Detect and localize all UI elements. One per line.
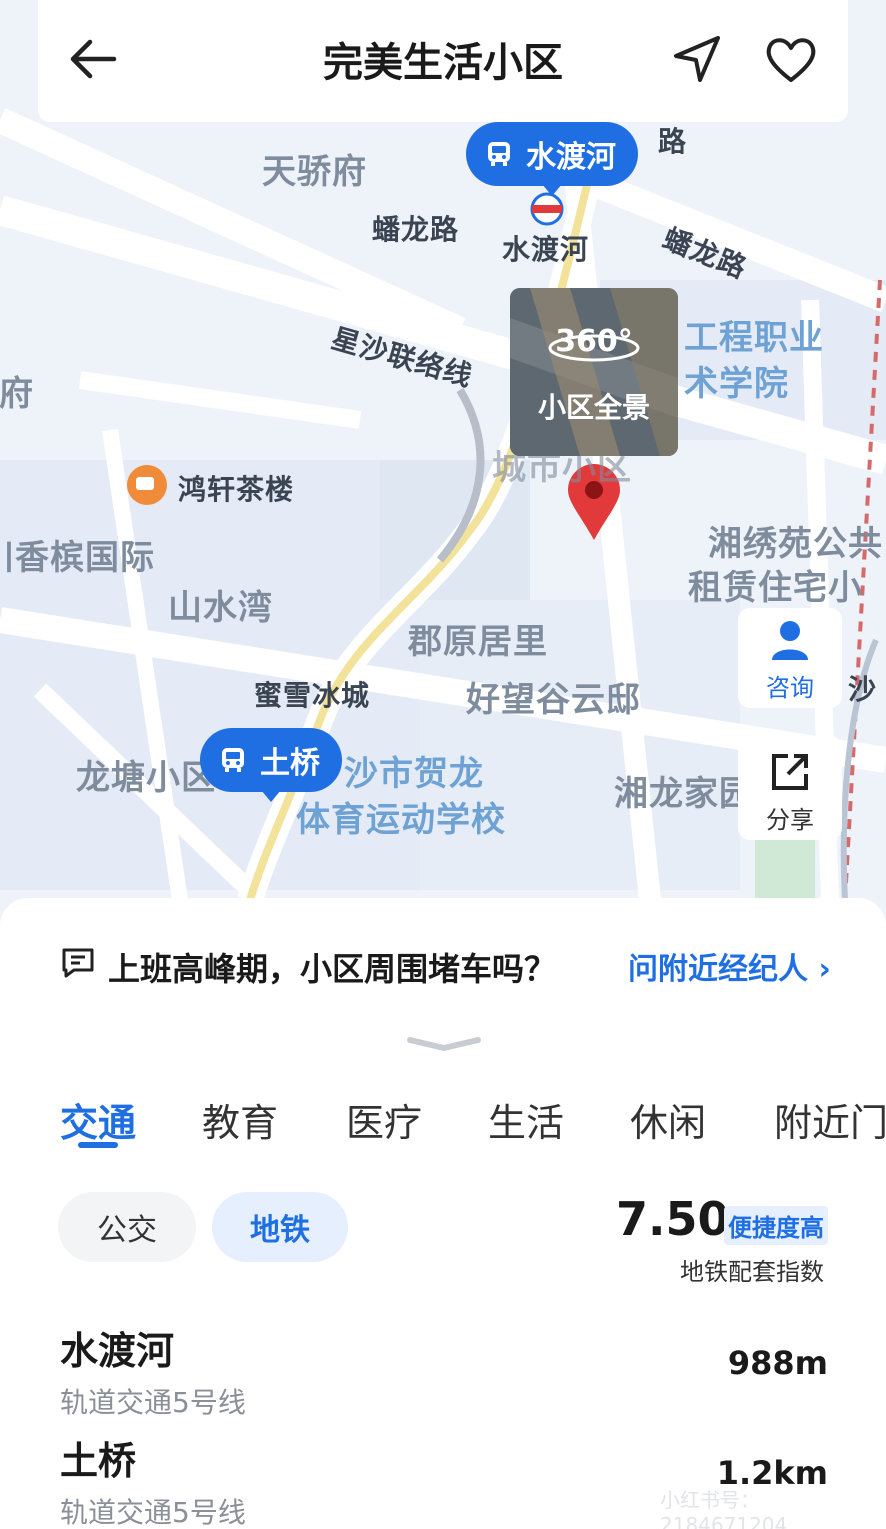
pin-label: 土桥 [260,746,320,781]
teahouse-icon [127,465,167,505]
map-label: 蟠龙路 [372,213,460,246]
map-label: 工程职业 [684,318,824,358]
person-icon [772,621,808,660]
map-label: 湘龙家园 [614,774,754,814]
tab-traffic[interactable]: 交通 [60,1092,136,1147]
tab-medical[interactable]: 医疗 [346,1092,422,1147]
map-label: 路 [658,125,688,158]
map-label: 川香槟国际 [0,538,155,578]
panorama-card[interactable]: 360° 小区全景 [510,288,678,456]
navigate-icon[interactable] [666,28,728,90]
station-line: 轨道交通5号线 [60,1386,246,1419]
watermark: 小红书号：2184671204 [660,1488,788,1529]
score-label: 地铁配套指数 [680,1258,824,1286]
traffic-question-bar[interactable]: 上班高峰期，小区周围堵车吗？ 问附近经纪人 › [0,898,886,1022]
chat-icon [62,948,94,978]
ask-agent-link[interactable]: 问附近经纪人 › [628,944,831,988]
share-label: 分享 [766,806,814,834]
map-label: 沙 [848,673,878,706]
map-view[interactable]: 天骄府 蟠龙路 蟠龙路 路 水渡河 星沙联络线 悦府 工程职业 术学院 城市小区… [0,0,886,1030]
score-badge: 便捷度高 [724,1206,828,1245]
map-label: 湘绣苑公共 [708,524,883,564]
station-line: 轨道交通5号线 [60,1496,246,1529]
question-text: 上班高峰期，小区周围堵车吗？ [108,950,557,988]
map-label: 体育运动学校 [296,800,506,840]
list-item[interactable]: 水渡河 轨道交通5号线 [60,1320,246,1421]
map-label: 术学院 [684,364,789,404]
station-pin-shuiduhe[interactable]: 水渡河 [466,122,638,196]
tab-indicator [78,1142,118,1148]
header-bar: 完美生活小区 [38,0,848,122]
list-item[interactable]: 土桥 轨道交通5号线 [60,1430,246,1529]
tab-nearby[interactable]: 附近门 [774,1092,886,1147]
tab-education[interactable]: 教育 [202,1092,278,1147]
pin-label: 水渡河 [526,140,616,175]
station-distance: 988m [727,1344,828,1382]
panorama-label: 小区全景 [537,391,650,424]
map-label: 悦府 [0,374,34,414]
map-label: 郡原居里 [408,622,548,662]
tab-life[interactable]: 生活 [488,1092,564,1147]
share-icon [772,754,808,790]
chip-bus[interactable]: 公交 [58,1192,196,1262]
map-label: 龙塘小区 [76,758,216,798]
map-label: 水渡河 [502,233,590,266]
panorama-thumbnail [510,288,678,456]
map-label: 蜜雪冰城 [254,679,371,712]
consult-label: 咨询 [766,674,814,702]
share-button[interactable]: 分享 [738,736,842,840]
bus-icon [488,142,510,166]
map-label: 山水湾 [168,588,273,628]
station-name: 水渡河 [60,1329,175,1373]
map-label: 好望谷云邸 [466,680,641,720]
station-pin-tuqiao[interactable]: 土桥 [200,728,342,802]
panorama-360-label: 360° [555,324,633,359]
metro-score: 7.50 [616,1192,730,1246]
consult-button[interactable]: 咨询 [738,608,842,708]
tab-leisure[interactable]: 休闲 [630,1092,706,1147]
map-label: 租赁住宅小 [688,568,863,608]
map-label: 沙市贺龙 [344,754,484,794]
map-roads [0,108,886,907]
map-label: 鸿轩茶楼 [178,473,295,506]
info-panel: 交通 教育 医疗 生活 休闲 附近门 公交 地铁 7.50 便捷度高 地铁配套指… [0,1022,886,1529]
drag-handle[interactable] [406,1036,482,1052]
map-label: 天骄府 [262,152,367,192]
heart-icon[interactable] [760,28,822,90]
bus-icon [222,748,244,772]
chip-metro[interactable]: 地铁 [212,1192,348,1262]
station-name: 土桥 [60,1439,137,1483]
